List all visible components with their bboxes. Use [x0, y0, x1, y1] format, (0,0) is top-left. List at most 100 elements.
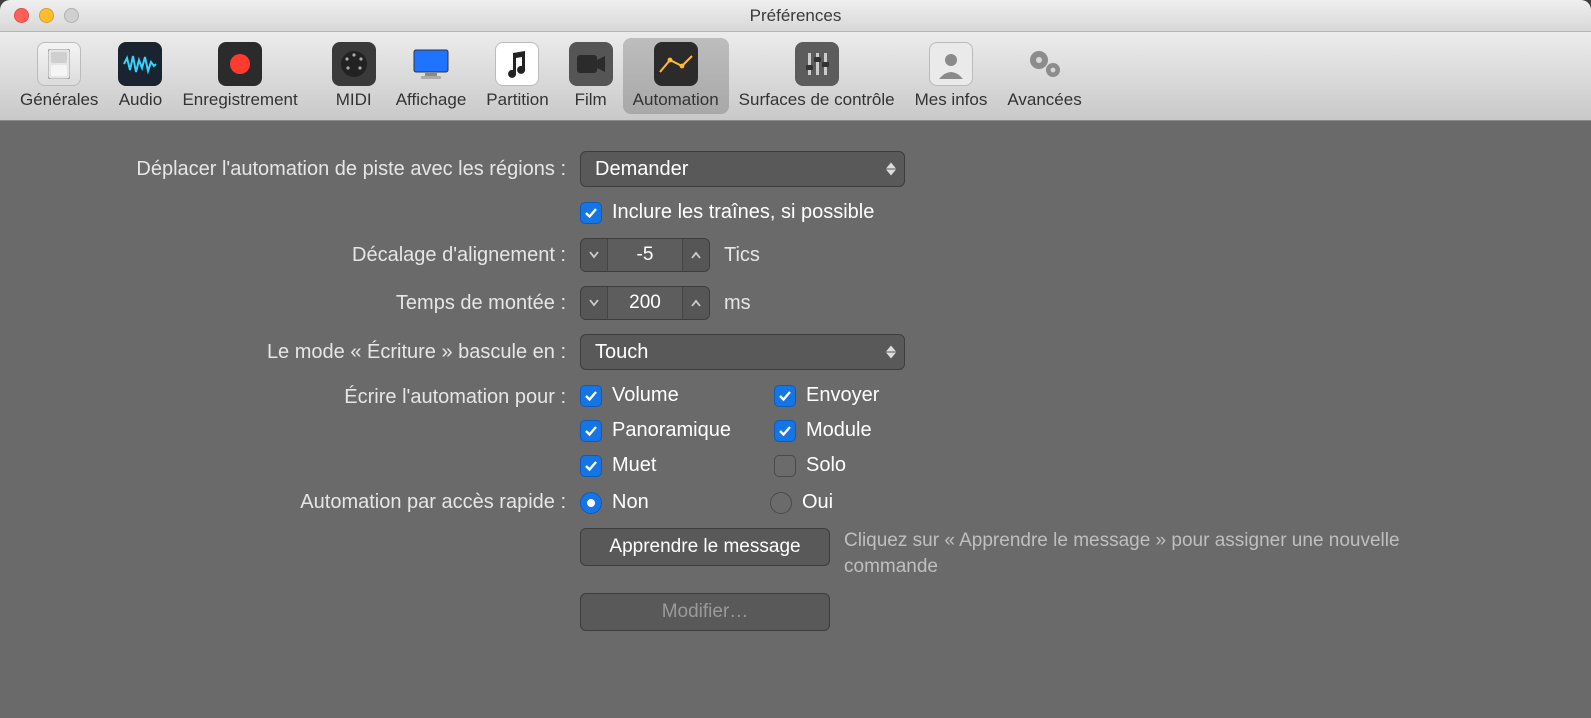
chk-label: Muet — [612, 454, 656, 477]
midi-icon — [332, 42, 376, 86]
radio-yes[interactable]: Oui — [770, 491, 960, 514]
checkbox[interactable] — [774, 385, 796, 407]
ramp-time-label: Temps de montée : — [40, 292, 580, 315]
snap-offset-label: Décalage d'alignement : — [40, 244, 580, 267]
popup-value: Touch — [595, 341, 648, 364]
tab-label: Générales — [20, 90, 98, 110]
learn-message-hint: Cliquez sur « Apprendre le message » pou… — [844, 528, 1464, 579]
tab-label: Mes infos — [915, 90, 988, 110]
tab-my-info[interactable]: Mes infos — [905, 38, 998, 114]
chevron-down-icon — [589, 299, 599, 307]
chk-send[interactable]: Envoyer — [774, 384, 964, 407]
write-for-label: Écrire l'automation pour : — [40, 384, 580, 409]
checkbox[interactable] — [580, 420, 602, 442]
edit-button[interactable]: Modifier… — [580, 593, 830, 631]
snap-offset-unit: Tics — [724, 244, 760, 267]
tab-label: Enregistrement — [182, 90, 297, 110]
radio[interactable] — [770, 492, 792, 514]
tab-label: Audio — [119, 90, 162, 110]
person-icon — [929, 42, 973, 86]
tab-label: MIDI — [336, 90, 372, 110]
snap-offset-value[interactable]: -5 — [607, 239, 683, 271]
snap-offset-stepper[interactable]: -5 — [580, 238, 710, 272]
popup-arrows-icon — [886, 346, 896, 359]
chk-label: Panoramique — [612, 419, 731, 442]
tab-general[interactable]: Générales — [10, 38, 108, 114]
popup-arrows-icon — [886, 163, 896, 176]
write-mode-label: Le mode « Écriture » bascule en : — [40, 341, 580, 364]
checkbox[interactable] — [580, 385, 602, 407]
chk-pan[interactable]: Panoramique — [580, 419, 770, 442]
switch-icon — [37, 42, 81, 86]
tab-movie[interactable]: Film — [559, 38, 623, 114]
check-icon — [584, 425, 598, 437]
monitor-icon — [409, 42, 453, 86]
tab-label: Automation — [633, 90, 719, 110]
write-for-group: Volume Envoyer Panoramique Module Muet S… — [580, 384, 964, 477]
quick-access-group: Non Oui — [580, 491, 960, 514]
tab-automation[interactable]: Automation — [623, 38, 729, 114]
move-automation-label: Déplacer l'automation de piste avec les … — [40, 158, 580, 181]
chk-mute[interactable]: Muet — [580, 454, 770, 477]
tab-midi[interactable]: MIDI — [322, 38, 386, 114]
tab-audio[interactable]: Audio — [108, 38, 172, 114]
tab-score[interactable]: Partition — [476, 38, 558, 114]
tab-label: Affichage — [396, 90, 467, 110]
radio-label: Oui — [802, 491, 833, 514]
tab-recording[interactable]: Enregistrement — [172, 38, 307, 114]
tab-label: Surfaces de contrôle — [739, 90, 895, 110]
stepper-decrement[interactable] — [581, 287, 607, 319]
ramp-time-value[interactable]: 200 — [607, 287, 683, 319]
check-icon — [778, 390, 792, 402]
check-icon — [778, 425, 792, 437]
checkbox[interactable] — [580, 455, 602, 477]
tab-label: Partition — [486, 90, 548, 110]
gears-icon — [1023, 42, 1067, 86]
tab-display[interactable]: Affichage — [386, 38, 477, 114]
include-tails-label: Inclure les traînes, si possible — [612, 201, 874, 224]
automation-pane: Déplacer l'automation de piste avec les … — [0, 121, 1591, 669]
window-title: Préférences — [0, 6, 1591, 26]
chk-label: Module — [806, 419, 872, 442]
chk-label: Volume — [612, 384, 679, 407]
stepper-increment[interactable] — [683, 287, 709, 319]
sliders-icon — [795, 42, 839, 86]
chk-solo[interactable]: Solo — [774, 454, 964, 477]
tab-control-surfaces[interactable]: Surfaces de contrôle — [729, 38, 905, 114]
include-tails-checkbox[interactable] — [580, 202, 602, 224]
automation-icon — [654, 42, 698, 86]
radio-no[interactable]: Non — [580, 491, 770, 514]
chevron-up-icon — [691, 299, 701, 307]
check-icon — [584, 390, 598, 402]
quick-access-label: Automation par accès rapide : — [40, 491, 580, 514]
stepper-increment[interactable] — [683, 239, 709, 271]
popup-value: Demander — [595, 158, 688, 181]
move-automation-popup[interactable]: Demander — [580, 151, 905, 187]
check-icon — [584, 207, 598, 219]
tab-label: Avancées — [1007, 90, 1081, 110]
stepper-decrement[interactable] — [581, 239, 607, 271]
check-icon — [584, 460, 598, 472]
music-note-icon — [495, 42, 539, 86]
learn-message-button[interactable]: Apprendre le message — [580, 528, 830, 566]
chk-volume[interactable]: Volume — [580, 384, 770, 407]
checkbox[interactable] — [774, 420, 796, 442]
radio-label: Non — [612, 491, 649, 514]
radio[interactable] — [580, 492, 602, 514]
waveform-icon — [118, 42, 162, 86]
chk-module[interactable]: Module — [774, 419, 964, 442]
include-tails-checkbox-row[interactable]: Inclure les traînes, si possible — [580, 201, 874, 224]
chk-label: Envoyer — [806, 384, 879, 407]
checkbox[interactable] — [774, 455, 796, 477]
chevron-down-icon — [589, 251, 599, 259]
chk-label: Solo — [806, 454, 846, 477]
preferences-window: Préférences Générales Audio Enregistreme… — [0, 0, 1591, 718]
write-mode-popup[interactable]: Touch — [580, 334, 905, 370]
ramp-time-unit: ms — [724, 292, 751, 315]
camera-icon — [569, 42, 613, 86]
tab-label: Film — [575, 90, 607, 110]
toolbar: Générales Audio Enregistrement MIDI Aff — [0, 32, 1591, 121]
ramp-time-stepper[interactable]: 200 — [580, 286, 710, 320]
chevron-up-icon — [691, 251, 701, 259]
tab-advanced[interactable]: Avancées — [997, 38, 1091, 114]
